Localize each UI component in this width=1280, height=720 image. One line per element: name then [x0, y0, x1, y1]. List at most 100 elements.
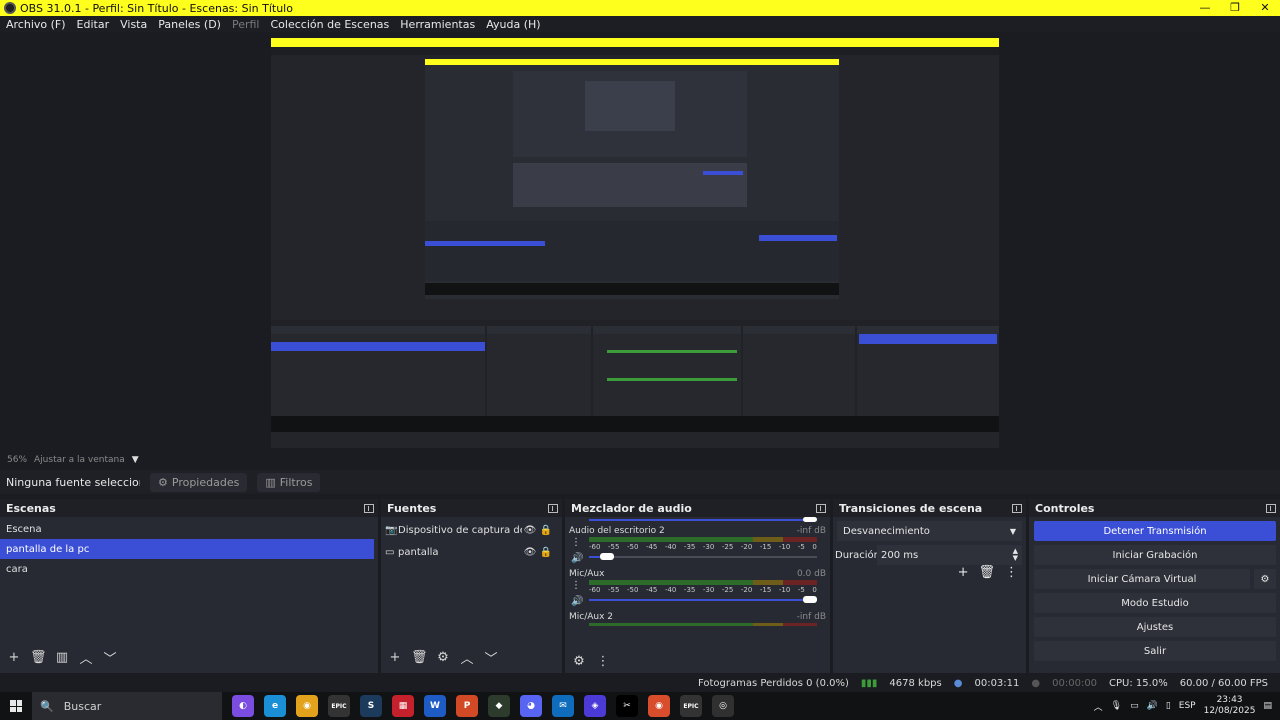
- streaming-icon: ●: [953, 677, 963, 689]
- eye-icon[interactable]: 👁: [522, 547, 538, 558]
- language-indicator[interactable]: ESP: [1179, 701, 1196, 711]
- menu-ayuda[interactable]: Ayuda (H): [486, 18, 540, 31]
- scene-item[interactable]: Escena: [0, 519, 378, 539]
- volume-slider[interactable]: [589, 552, 817, 562]
- studio-mode-button[interactable]: Modo Estudio: [1034, 593, 1276, 613]
- word-icon[interactable]: W: [424, 695, 446, 717]
- move-up-icon[interactable]: ︿: [459, 648, 475, 667]
- app-icon[interactable]: ▦: [392, 695, 414, 717]
- transitions-title: Transiciones de escena: [839, 501, 983, 515]
- duration-label: Duración: [835, 549, 881, 561]
- capcut-icon[interactable]: ✂: [616, 695, 638, 717]
- properties-button[interactable]: ⚙ Propiedades: [150, 472, 248, 492]
- scene-item-selected[interactable]: pantalla de la pc: [0, 539, 374, 559]
- add-icon[interactable]: +: [387, 650, 403, 665]
- volume-slider[interactable]: [589, 595, 817, 605]
- menu-archivo[interactable]: Archivo (F): [6, 18, 66, 31]
- steam-icon[interactable]: S: [360, 695, 382, 717]
- transition-select[interactable]: Desvanecimiento ▼: [837, 521, 1022, 541]
- add-transition-icon[interactable]: +: [958, 565, 969, 580]
- virtual-camera-settings-icon[interactable]: ⚙: [1254, 569, 1276, 589]
- scene-item[interactable]: cara: [0, 559, 378, 579]
- cpu-usage: CPU: 15.0%: [1109, 677, 1168, 689]
- duration-spinbox[interactable]: 200 ms ▲ ▼: [877, 545, 1022, 565]
- start-recording-button[interactable]: Iniciar Grabación: [1034, 545, 1276, 565]
- title-bar: OBS 31.0.1 - Perfil: Sin Título - Escena…: [0, 0, 1280, 16]
- copilot-icon[interactable]: ◐: [232, 695, 254, 717]
- lock-icon[interactable]: 🔒: [538, 547, 554, 558]
- nested-preview: [425, 59, 839, 299]
- app2-icon[interactable]: ◆: [488, 695, 510, 717]
- move-up-icon[interactable]: ︿: [78, 648, 94, 667]
- trash-icon[interactable]: 🗑: [30, 650, 47, 665]
- lock-icon[interactable]: 🔒: [538, 525, 554, 536]
- undock-icon[interactable]: [816, 503, 826, 513]
- notifications-icon[interactable]: ▤: [1263, 701, 1272, 711]
- move-down-icon[interactable]: ﹀: [483, 648, 499, 667]
- add-icon[interactable]: +: [6, 650, 22, 665]
- source-item[interactable]: ▭ pantalla 👁 🔒: [381, 541, 562, 563]
- undock-icon[interactable]: [364, 503, 374, 513]
- trash-icon[interactable]: 🗑: [978, 565, 995, 580]
- volume-meter: [589, 537, 817, 542]
- chevron-down-icon[interactable]: ▼: [132, 455, 139, 465]
- taskbar-search[interactable]: 🔍 Buscar: [32, 692, 222, 720]
- more-options-icon[interactable]: ⋮: [1005, 565, 1018, 580]
- close-button[interactable]: ✕: [1250, 0, 1280, 16]
- speaker-icon[interactable]: 🔊: [571, 553, 583, 564]
- epic-games-icon[interactable]: EPIC: [328, 695, 350, 717]
- clock[interactable]: 23:43 12/08/2025: [1204, 695, 1256, 717]
- menu-paneles[interactable]: Paneles (D): [158, 18, 221, 31]
- menu-editar[interactable]: Editar: [77, 18, 110, 31]
- start-virtual-camera-button[interactable]: Iniciar Cámara Virtual: [1034, 569, 1250, 589]
- move-down-icon[interactable]: ﹀: [102, 648, 118, 667]
- undock-icon[interactable]: [1266, 503, 1276, 513]
- app3-icon[interactable]: ◈: [584, 695, 606, 717]
- more-options-icon[interactable]: ⋮: [571, 580, 581, 591]
- undock-icon[interactable]: [1012, 503, 1022, 513]
- mail-icon[interactable]: ✉: [552, 695, 574, 717]
- undock-icon[interactable]: [548, 503, 558, 513]
- more-options-icon[interactable]: ⋮: [595, 654, 611, 669]
- trash-icon[interactable]: 🗑: [411, 650, 428, 665]
- speaker-icon[interactable]: 🔊: [571, 596, 583, 607]
- more-options-icon[interactable]: ⋮: [571, 537, 581, 548]
- menu-vista[interactable]: Vista: [120, 18, 147, 31]
- menu-perfil[interactable]: Perfil: [232, 18, 260, 31]
- network-icon[interactable]: ▭: [1130, 701, 1139, 711]
- restore-button[interactable]: ❐: [1220, 0, 1250, 16]
- menu-herramientas[interactable]: Herramientas: [400, 18, 475, 31]
- edge-icon[interactable]: e: [264, 695, 286, 717]
- minimize-button[interactable]: —: [1190, 0, 1220, 16]
- battery-icon[interactable]: ▯: [1166, 701, 1171, 711]
- discord-icon[interactable]: ◕: [520, 695, 542, 717]
- rec-time: 00:00:00: [1052, 677, 1098, 689]
- zoom-fit-dropdown[interactable]: Ajustar a la ventana: [34, 455, 125, 465]
- preview-canvas[interactable]: [271, 38, 999, 448]
- eye-icon[interactable]: 👁: [522, 525, 538, 536]
- meter-ticks: -60 -55 -50 -45 -40 -35 -30 -25 -20 -15 -10 -5 0: [589, 586, 817, 594]
- filter-icon: ▥: [265, 475, 276, 489]
- chevron-down-icon: ▼: [1009, 526, 1016, 536]
- stop-streaming-button[interactable]: Detener Transmisión: [1034, 521, 1276, 541]
- start-button[interactable]: [0, 692, 32, 720]
- powerpoint-icon[interactable]: P: [456, 695, 478, 717]
- epic2-icon[interactable]: EPIC: [680, 695, 702, 717]
- filters-icon[interactable]: ▥: [54, 650, 70, 665]
- filters-button[interactable]: ▥ Filtros: [257, 472, 321, 492]
- gear-icon[interactable]: ⚙: [435, 650, 451, 665]
- source-item[interactable]: 📷 Dispositivo de captura de video 👁 🔒: [381, 519, 562, 541]
- microphone-icon[interactable]: 🎙: [1111, 701, 1122, 711]
- spin-arrows-icon[interactable]: ▲ ▼: [1013, 548, 1018, 562]
- mixer-settings-icon[interactable]: ⚙: [571, 654, 587, 669]
- volume-icon[interactable]: 🔊: [1147, 701, 1158, 711]
- menu-coleccion-escenas[interactable]: Colección de Escenas: [271, 18, 390, 31]
- chrome-icon[interactable]: ◉: [296, 695, 318, 717]
- obs-icon[interactable]: ◎: [712, 695, 734, 717]
- preview-area[interactable]: [0, 32, 1280, 450]
- exit-button[interactable]: Salir: [1034, 641, 1276, 661]
- settings-button[interactable]: Ajustes: [1034, 617, 1276, 637]
- chrome2-icon[interactable]: ◉: [648, 695, 670, 717]
- chevron-up-icon[interactable]: ︿: [1094, 700, 1103, 713]
- nested-docks: [271, 320, 999, 432]
